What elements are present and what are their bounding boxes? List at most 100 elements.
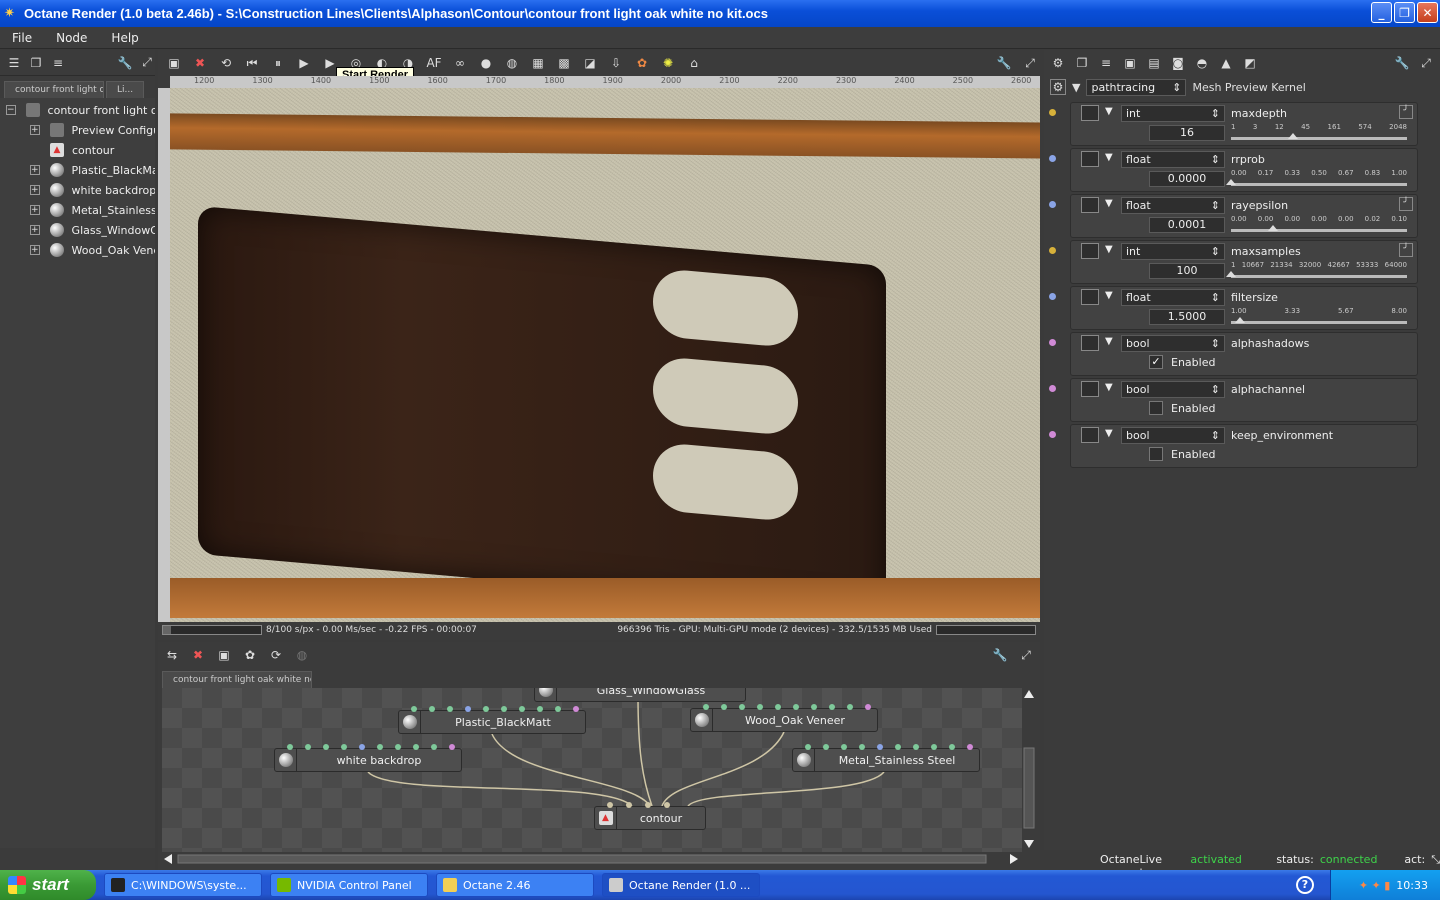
refresh-icon[interactable]: ⟳	[268, 647, 284, 663]
slider-thumb[interactable]	[1234, 317, 1245, 323]
menu-help[interactable]: Help	[99, 31, 150, 45]
param-value-input[interactable]: 1.5000	[1149, 309, 1225, 325]
tab-library[interactable]: Li...	[106, 81, 145, 98]
curve-icon[interactable]: ╯	[1399, 243, 1413, 257]
reset-camera-icon[interactable]: ⟲	[216, 55, 236, 71]
node-wood[interactable]: Wood_Oak Veneer	[690, 704, 878, 732]
tab-nodegraph[interactable]: contour front light oak white no kit	[162, 671, 312, 688]
slider-thumb[interactable]	[1226, 179, 1236, 185]
param-value-input[interactable]: 0.0001	[1149, 217, 1225, 233]
tree-item-material[interactable]: + white backdrop	[0, 180, 155, 200]
sphere-alt-icon[interactable]: ◍	[502, 55, 522, 71]
collapse-triangle-icon[interactable]: ▼	[1105, 244, 1113, 255]
param-checkbox[interactable]	[1149, 447, 1163, 461]
checker-icon[interactable]: ▩	[554, 55, 574, 71]
restart-icon[interactable]: ⏮	[242, 55, 262, 71]
list-icon[interactable]: ☰	[6, 55, 22, 71]
lock-icon[interactable]: ⌂	[684, 55, 704, 71]
taskbar-folder[interactable]: Octane 2.46	[436, 873, 594, 897]
expand-toggle-icon[interactable]: +	[30, 125, 40, 135]
tray-icons[interactable]: ✦ ✦ ▮	[1359, 879, 1390, 892]
collapse-triangle-icon[interactable]: ▼	[1072, 81, 1080, 94]
maximize-button[interactable]: ❐	[1394, 2, 1415, 23]
param-type-select[interactable]: float ⇕	[1121, 151, 1225, 168]
curve-icon[interactable]: ╯	[1399, 197, 1413, 211]
collapse-triangle-icon[interactable]: ▼	[1105, 428, 1113, 439]
help-icon[interactable]: ?	[1296, 876, 1314, 894]
param-type-select[interactable]: float ⇕	[1121, 289, 1225, 306]
vertical-scrollbar[interactable]	[1022, 688, 1036, 852]
fullscreen-icon[interactable]: ⤢	[1418, 55, 1434, 71]
param-checkbox[interactable]: ✓	[1149, 355, 1163, 369]
taskbar-cmd[interactable]: C:\WINDOWS\syste...	[104, 873, 262, 897]
collapse-toggle-icon[interactable]: −	[6, 105, 16, 115]
taskbar-octane[interactable]: Octane Render (1.0 ...	[602, 873, 760, 897]
render-viewport[interactable]	[170, 88, 1040, 622]
color-icon[interactable]: ✿	[632, 55, 652, 71]
camera-icon[interactable]: ◙	[1170, 55, 1186, 71]
param-slider[interactable]: 1 10667 21334 32000 42667 53333 64000	[1226, 261, 1407, 279]
expand-toggle-icon[interactable]: +	[30, 205, 40, 215]
param-slider[interactable]: 1 3 12 45 161 574 2048	[1231, 123, 1407, 141]
mountain-icon[interactable]: ▲	[1218, 55, 1234, 71]
wrench-icon[interactable]: 🔧	[117, 55, 133, 71]
tree-item-material[interactable]: + Metal_Stainless S	[0, 200, 155, 220]
import-icon[interactable]: ⇩	[606, 55, 626, 71]
copy-icon[interactable]: ❐	[1074, 55, 1090, 71]
fullscreen-icon[interactable]: ⤢	[139, 55, 155, 71]
curve-icon[interactable]: ╯	[1399, 105, 1413, 119]
collapse-triangle-icon[interactable]: ▼	[1105, 336, 1113, 347]
save-image-icon[interactable]: ▣	[164, 55, 184, 71]
film-icon[interactable]: ▤	[1146, 55, 1162, 71]
minimize-button[interactable]: _	[1371, 2, 1392, 23]
node-graph-canvas[interactable]: Glass_WindowGlass Plastic_BlackMatt Wood…	[162, 688, 1022, 852]
param-slider[interactable]: 1.00 3.33 5.67 8.00	[1231, 307, 1407, 325]
expand-toggle-icon[interactable]: +	[30, 245, 40, 255]
close-button[interactable]: ✕	[1417, 2, 1438, 23]
slider-thumb[interactable]	[1287, 133, 1298, 139]
param-type-select[interactable]: int ⇕	[1121, 105, 1225, 122]
param-value-input[interactable]: 0.0000	[1149, 171, 1225, 187]
slider-thumb[interactable]	[1268, 225, 1279, 231]
glasses-icon[interactable]: ∞	[450, 55, 470, 71]
fullscreen-icon[interactable]: ⤢	[1020, 55, 1040, 71]
sun-icon[interactable]: ✺	[658, 55, 678, 71]
slider-thumb[interactable]	[1226, 271, 1236, 277]
collapse-triangle-icon[interactable]: ▼	[1105, 382, 1113, 393]
collapse-triangle-icon[interactable]: ▼	[1105, 106, 1113, 117]
param-checkbox[interactable]	[1149, 401, 1163, 415]
tree-item-root[interactable]: − contour front light oak	[0, 100, 155, 120]
node-white-backdrop[interactable]: white backdrop	[274, 744, 462, 772]
param-value-input[interactable]: 100	[1149, 263, 1225, 279]
material-icon[interactable]: ✿	[242, 647, 258, 663]
pause-icon[interactable]: ⏸	[268, 55, 288, 71]
param-type-select[interactable]: int ⇕	[1121, 243, 1225, 260]
horizontal-scrollbar[interactable]	[162, 852, 1022, 866]
collapse-triangle-icon[interactable]: ▼	[1105, 198, 1113, 209]
autofocus-button[interactable]: AF	[424, 55, 444, 71]
menu-node[interactable]: Node	[44, 31, 99, 45]
environment-icon[interactable]: ◓	[1194, 55, 1210, 71]
expand-toggle-icon[interactable]: +	[30, 185, 40, 195]
node-plastic[interactable]: Plastic_BlackMatt	[398, 706, 586, 734]
play-icon[interactable]: ▶	[294, 55, 314, 71]
image-icon[interactable]: ▣	[1122, 55, 1138, 71]
tree-item-material[interactable]: + Glass_WindowGla	[0, 220, 155, 240]
tree-item-contour[interactable]: ▲ contour	[0, 140, 155, 160]
tree-item-material[interactable]: + Wood_Oak Venee	[0, 240, 155, 260]
render-settings-icon[interactable]: ⚙	[1050, 55, 1066, 71]
param-type-select[interactable]: bool ⇕	[1121, 427, 1225, 444]
node-glass[interactable]: Glass_WindowGlass	[534, 688, 746, 702]
tree-item-preview-config[interactable]: + Preview Configura	[0, 120, 155, 140]
wrench-icon[interactable]: 🔧	[1394, 55, 1410, 71]
node-contour[interactable]: ▲ contour	[594, 802, 706, 830]
fullscreen-icon[interactable]: ⤢	[1018, 647, 1034, 663]
kernel-type-select[interactable]: pathtracing ⇕	[1086, 78, 1187, 96]
wrench-icon[interactable]: 🔧	[992, 647, 1008, 663]
taskbar-nvidia[interactable]: NVIDIA Control Panel	[270, 873, 428, 897]
tab-scene[interactable]: contour front light o...	[4, 81, 104, 98]
start-button[interactable]: start	[0, 870, 96, 900]
stop-render-icon[interactable]: ✖	[190, 55, 210, 71]
node-metal[interactable]: Metal_Stainless Steel	[792, 744, 980, 772]
wrench-icon[interactable]: 🔧	[994, 55, 1014, 71]
